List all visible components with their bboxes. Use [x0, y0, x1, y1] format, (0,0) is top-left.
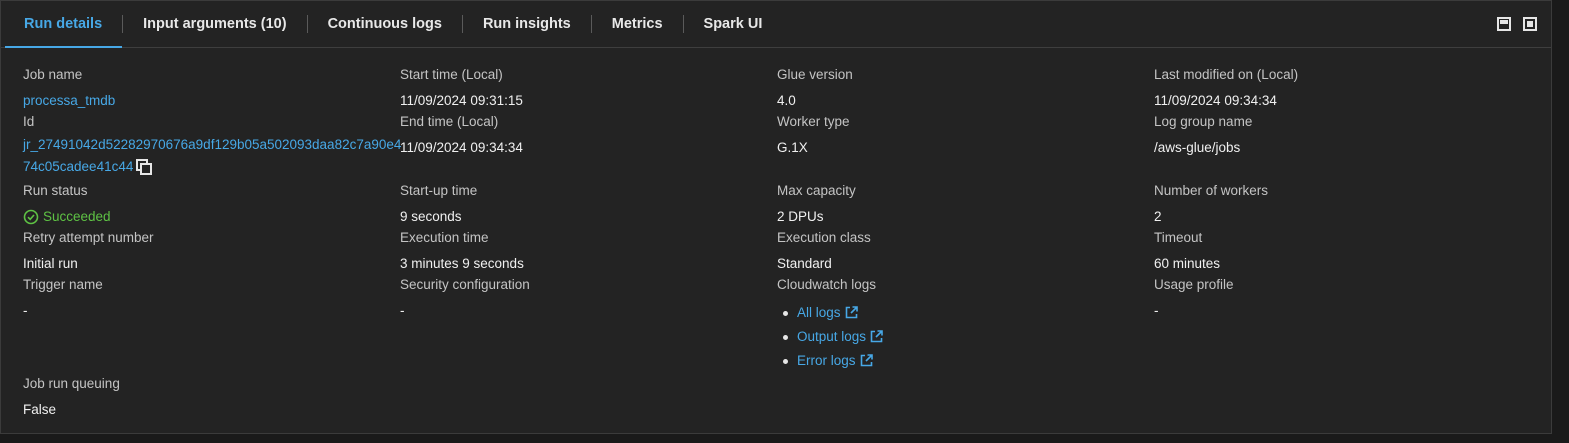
tab-bar: Run details Input arguments (10) Continu…	[1, 1, 1551, 48]
window-controls	[1497, 17, 1537, 31]
field-execution-class: Execution class Standard	[777, 230, 871, 272]
status-badge: Succeeded	[23, 209, 111, 225]
maximize-icon[interactable]	[1523, 17, 1537, 31]
minimize-icon[interactable]	[1497, 17, 1511, 31]
field-value: 9 seconds	[400, 209, 462, 224]
tab-continuous-logs[interactable]: Continuous logs	[308, 1, 462, 47]
field-value: G.1X	[777, 140, 808, 155]
output-logs-link[interactable]: Output logs	[782, 325, 883, 349]
field-label: Log group name	[1154, 114, 1253, 129]
external-link-icon	[870, 330, 883, 343]
field-value: 11/09/2024 09:34:34	[400, 140, 523, 155]
field-job-run-queuing: Job run queuing False	[23, 376, 120, 418]
field-value: 4.0	[777, 93, 796, 108]
field-label: Trigger name	[23, 277, 103, 292]
field-retry-attempt: Retry attempt number Initial run	[23, 230, 154, 272]
link-text[interactable]: All logs	[797, 305, 841, 320]
field-label: Execution class	[777, 230, 871, 245]
job-name-link[interactable]: processa_tmdb	[23, 93, 115, 109]
field-label: Job run queuing	[23, 376, 120, 391]
field-worker-type: Worker type G.1X	[777, 114, 850, 156]
cloudwatch-logs-list: All logs Output logs Error logs	[777, 301, 883, 373]
field-execution-time: Execution time 3 minutes 9 seconds	[400, 230, 524, 272]
field-usage-profile: Usage profile -	[1154, 277, 1234, 319]
field-label: Worker type	[777, 114, 850, 129]
field-label: Start time (Local)	[400, 67, 503, 82]
field-value: 2 DPUs	[777, 209, 824, 224]
field-end-time: End time (Local) 11/09/2024 09:34:34	[400, 114, 523, 156]
link-text[interactable]: Output logs	[797, 329, 866, 344]
field-value: 11/09/2024 09:34:34	[1154, 93, 1277, 108]
field-value: Initial run	[23, 256, 78, 271]
field-label: Start-up time	[400, 183, 478, 198]
field-run-status: Run status Succeeded	[23, 183, 111, 225]
field-label: End time (Local)	[400, 114, 499, 129]
field-trigger-name: Trigger name -	[23, 277, 103, 319]
field-start-time: Start time (Local) 11/09/2024 09:31:15	[400, 67, 523, 109]
field-value: 2	[1154, 209, 1162, 224]
field-label: Run status	[23, 183, 88, 198]
field-last-modified: Last modified on (Local) 11/09/2024 09:3…	[1154, 67, 1298, 109]
field-cloudwatch-logs: Cloudwatch logs All logs Output logs Err…	[777, 277, 883, 373]
field-job-name: Job name processa_tmdb	[23, 67, 115, 109]
field-label: Cloudwatch logs	[777, 277, 877, 292]
field-value: 60 minutes	[1154, 256, 1221, 271]
tab-spark-ui[interactable]: Spark UI	[684, 1, 783, 47]
field-label: Id	[23, 114, 35, 129]
tab-run-insights[interactable]: Run insights	[463, 1, 591, 47]
field-security-configuration: Security configuration -	[400, 277, 530, 319]
field-max-capacity: Max capacity 2 DPUs	[777, 183, 856, 225]
field-value: Standard	[777, 256, 832, 271]
field-value: -	[400, 303, 405, 318]
field-log-group-name: Log group name /aws-glue/jobs	[1154, 114, 1252, 156]
field-label: Execution time	[400, 230, 489, 245]
field-label: Retry attempt number	[23, 230, 154, 245]
field-timeout: Timeout 60 minutes	[1154, 230, 1220, 272]
field-label: Last modified on (Local)	[1154, 67, 1299, 82]
field-number-of-workers: Number of workers 2	[1154, 183, 1268, 225]
field-label: Glue version	[777, 67, 853, 82]
run-id-text[interactable]: jr_27491042d52282970676a9df129b05a502093…	[23, 137, 401, 174]
field-label: Number of workers	[1154, 183, 1269, 198]
tab-metrics[interactable]: Metrics	[592, 1, 683, 47]
field-label: Security configuration	[400, 277, 530, 292]
field-value: 3 minutes 9 seconds	[400, 256, 524, 271]
field-label: Timeout	[1154, 230, 1203, 245]
field-value: 11/09/2024 09:31:15	[400, 93, 523, 108]
all-logs-link[interactable]: All logs	[782, 301, 883, 325]
check-circle-icon	[23, 209, 39, 225]
field-value: False	[23, 402, 57, 417]
tab-input-arguments[interactable]: Input arguments (10)	[123, 1, 306, 47]
field-value: /aws-glue/jobs	[1154, 140, 1241, 155]
field-label: Max capacity	[777, 183, 856, 198]
field-glue-version: Glue version 4.0	[777, 67, 853, 109]
tab-run-details[interactable]: Run details	[1, 1, 123, 48]
field-value: -	[23, 303, 28, 318]
field-id: Id jr_27491042d52282970676a9df129b05a502…	[23, 114, 403, 178]
status-text: Succeeded	[43, 209, 111, 224]
field-label: Job name	[23, 67, 83, 82]
field-value: -	[1154, 303, 1159, 318]
copy-icon[interactable]	[136, 159, 153, 175]
field-label: Usage profile	[1154, 277, 1234, 292]
link-text[interactable]: Error logs	[797, 353, 856, 368]
external-link-icon	[845, 306, 858, 319]
run-details-panel: Run details Input arguments (10) Continu…	[0, 0, 1552, 434]
error-logs-link[interactable]: Error logs	[782, 349, 883, 373]
external-link-icon	[860, 354, 873, 367]
run-id-value[interactable]: jr_27491042d52282970676a9df129b05a502093…	[23, 134, 403, 178]
field-startup-time: Start-up time 9 seconds	[400, 183, 477, 225]
